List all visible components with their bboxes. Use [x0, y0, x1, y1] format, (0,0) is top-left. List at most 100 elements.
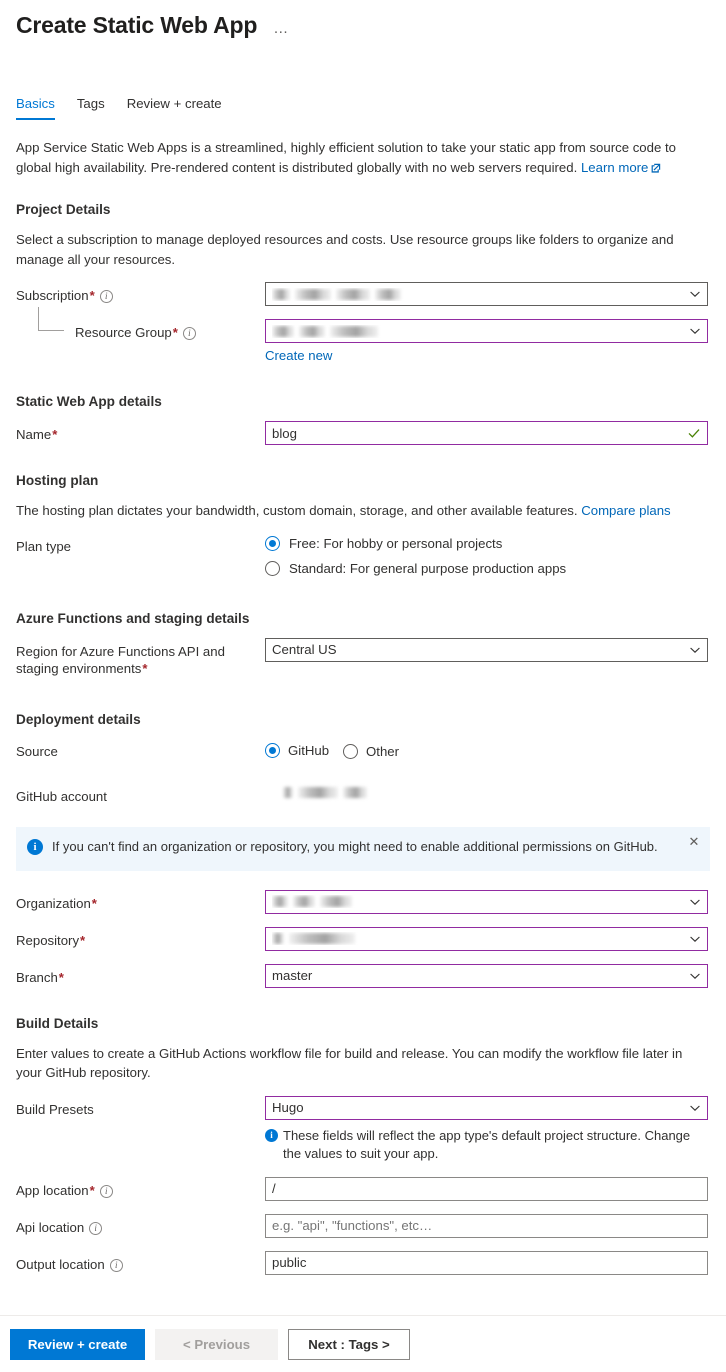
output-location-input[interactable]: public	[265, 1250, 708, 1275]
wizard-footer: Review + create < Previous Next : Tags >	[0, 1316, 726, 1372]
plan-type-option-standard[interactable]: Standard: For general purpose production…	[265, 558, 710, 580]
output-location-value: public	[272, 1255, 307, 1270]
build-presets-note-text: These fields will reflect the app type's…	[283, 1127, 691, 1161]
plan-type-label: Plan type	[16, 538, 71, 554]
organization-select[interactable]	[265, 889, 708, 914]
branch-label: Branch*	[16, 969, 64, 985]
page-header: Create Static Web App …	[0, 0, 726, 40]
organization-row: Organization*	[16, 889, 710, 914]
project-details-description: Select a subscription to manage deployed…	[16, 232, 674, 267]
radio-standard-icon	[265, 561, 280, 576]
subscription-select[interactable]	[265, 282, 708, 306]
plan-standard-label: Standard: For general purpose production…	[289, 561, 567, 576]
create-static-web-app-page: Create Static Web App … Basics Tags Revi…	[0, 0, 726, 1372]
tree-connector	[38, 307, 64, 331]
resource-group-info-icon[interactable]: i	[182, 327, 196, 340]
static-web-app-details-heading: Static Web App details	[16, 394, 162, 409]
info-icon: i	[27, 838, 43, 855]
chevron-down-icon	[689, 288, 701, 300]
subscription-value	[272, 288, 683, 301]
functions-staging-heading: Azure Functions and staging details	[16, 610, 250, 626]
build-presets-note: i These fields will reflect the app type…	[265, 1127, 708, 1163]
form-content: App Service Static Web Apps is a streaml…	[0, 138, 726, 1275]
api-location-placeholder: e.g. "api", "functions", etc…	[272, 1218, 433, 1233]
output-location-label: Output location i	[16, 1251, 265, 1273]
tab-basics[interactable]: Basics	[16, 95, 55, 120]
page-title: Create Static Web App	[16, 12, 258, 38]
organization-label: Organization*	[16, 895, 97, 911]
github-permissions-banner: i If you can't find an organization or r…	[16, 826, 710, 871]
repository-select[interactable]	[265, 926, 708, 951]
repository-label: Repository*	[16, 932, 86, 948]
resource-group-select[interactable]	[265, 319, 708, 343]
redacted-value	[272, 932, 683, 945]
output-location-row: Output location i public	[16, 1250, 710, 1275]
required-marker: *	[142, 660, 148, 676]
create-new-resource-group-link[interactable]: Create new	[265, 347, 332, 365]
source-github-label: GitHub	[288, 742, 330, 758]
github-account-label: GitHub account	[16, 788, 107, 804]
info-icon: i	[265, 1128, 278, 1142]
output-location-info-icon[interactable]: i	[109, 1258, 123, 1272]
external-link-icon	[651, 159, 661, 179]
app-location-value: /	[272, 1181, 276, 1196]
plan-type-option-free[interactable]: Free: For hobby or personal projects	[265, 533, 710, 555]
source-option-github[interactable]: GitHub	[265, 739, 329, 761]
required-marker: *	[89, 288, 95, 303]
more-options-icon[interactable]: …	[271, 21, 291, 36]
valid-check-icon	[687, 426, 701, 440]
close-icon[interactable]: ✕	[687, 834, 701, 849]
previous-button: < Previous	[155, 1328, 278, 1360]
hosting-plan-description: The hosting plan dictates your bandwidth…	[16, 503, 671, 518]
app-location-row: App location* i /	[16, 1176, 710, 1201]
learn-more-link[interactable]: Learn more	[581, 160, 661, 175]
repository-value	[272, 932, 683, 945]
chevron-down-icon	[689, 896, 701, 908]
name-input[interactable]: blog	[265, 421, 708, 445]
resource-group-row: Resource Group* i Create new	[16, 307, 710, 365]
region-label: Region for Azure Functions API and stagi…	[16, 643, 225, 676]
tab-tags[interactable]: Tags	[77, 95, 105, 120]
required-marker: *	[172, 325, 178, 340]
build-details-description: Enter values to create a GitHub Actions …	[16, 1045, 683, 1081]
required-marker: *	[91, 895, 97, 911]
api-location-info-icon[interactable]: i	[89, 1221, 103, 1235]
redacted-value	[272, 325, 683, 338]
region-value: Central US	[272, 642, 337, 657]
github-account-row: GitHub account	[16, 783, 710, 805]
build-presets-value: Hugo	[272, 1100, 304, 1115]
app-location-info-icon[interactable]: i	[99, 1184, 113, 1198]
intro-paragraph: App Service Static Web Apps is a streaml…	[16, 138, 710, 178]
api-location-input[interactable]: e.g. "api", "functions", etc…	[265, 1213, 708, 1238]
branch-value: master	[272, 968, 313, 983]
required-marker: *	[58, 969, 64, 985]
redacted-value	[272, 895, 683, 908]
chevron-down-icon	[689, 644, 701, 656]
api-location-label: Api location i	[16, 1214, 265, 1236]
required-marker: *	[52, 427, 58, 442]
wizard-tabs: Basics Tags Review + create	[0, 95, 726, 120]
app-location-input[interactable]: /	[265, 1176, 708, 1201]
banner-message: If you can't find an organization or rep…	[52, 838, 658, 854]
source-option-other[interactable]: Other	[343, 741, 399, 763]
subscription-label: Subscription* i	[16, 282, 265, 304]
build-presets-select[interactable]: Hugo	[265, 1095, 708, 1120]
chevron-down-icon	[689, 970, 701, 982]
tab-review-create[interactable]: Review + create	[127, 95, 222, 120]
plan-type-row: Plan type Free: For hobby or personal pr…	[16, 533, 710, 580]
app-location-label: App location* i	[16, 1177, 265, 1199]
review-create-button[interactable]: Review + create	[10, 1328, 145, 1360]
required-marker: *	[80, 932, 86, 948]
resource-group-value	[272, 325, 683, 338]
compare-plans-link[interactable]: Compare plans	[581, 503, 670, 518]
redacted-value	[283, 786, 367, 799]
project-details-heading: Project Details	[16, 202, 111, 217]
source-other-label: Other	[366, 744, 400, 759]
branch-select[interactable]: master	[265, 963, 708, 988]
next-tags-button[interactable]: Next : Tags >	[288, 1328, 410, 1360]
build-details-heading: Build Details	[16, 1015, 99, 1031]
region-select[interactable]: Central US	[265, 637, 708, 662]
subscription-info-icon[interactable]: i	[99, 290, 113, 303]
organization-value	[272, 895, 683, 908]
build-presets-label: Build Presets	[16, 1101, 94, 1117]
